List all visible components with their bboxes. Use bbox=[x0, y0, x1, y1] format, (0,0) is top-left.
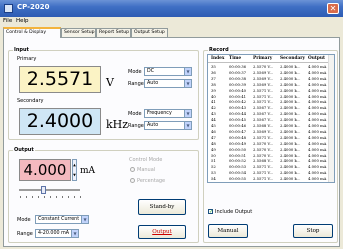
column-header-output[interactable]: Output bbox=[308, 56, 325, 61]
output-group-title: Output bbox=[13, 147, 35, 153]
tab-output-setup[interactable]: Output Setup bbox=[131, 28, 168, 37]
secondary-range-label: Range bbox=[128, 123, 144, 129]
output-range-select[interactable]: 4-20.000 mA ▼ bbox=[35, 229, 79, 238]
primary-unit: V bbox=[106, 76, 114, 89]
column-header-secondary[interactable]: Secondary bbox=[280, 56, 305, 61]
control-mode-title: Control Mode bbox=[129, 157, 163, 163]
standby-button[interactable]: Stand-by bbox=[138, 199, 186, 215]
output-unit: mA bbox=[80, 166, 96, 176]
menu-bar: File Help bbox=[0, 17, 343, 26]
secondary-unit: kHz bbox=[106, 118, 129, 131]
output-slider-track[interactable] bbox=[19, 189, 80, 191]
output-range-value: 4-20.000 mA bbox=[38, 231, 70, 236]
column-header-time[interactable]: Time bbox=[229, 56, 241, 61]
tab-panel: Input Primary 2.5571 V Mode DC ▼ Range A… bbox=[3, 37, 340, 247]
spin-up-icon[interactable]: ▲ bbox=[73, 160, 76, 170]
output-mode-value: Constant Current bbox=[38, 217, 80, 222]
tab-sensor-setup[interactable]: Sensor Setup bbox=[61, 28, 96, 37]
chevron-down-icon[interactable]: ▼ bbox=[184, 110, 191, 117]
radio-manual-label: Manual bbox=[137, 167, 156, 173]
output-button[interactable]: Output bbox=[138, 225, 186, 239]
output-spin-button[interactable]: ▲ ▼ bbox=[72, 159, 77, 181]
slider-tick bbox=[26, 196, 27, 198]
slider-tick bbox=[50, 196, 51, 198]
chevron-down-icon[interactable]: ▼ bbox=[81, 216, 88, 223]
radio-manual[interactable] bbox=[130, 167, 135, 172]
include-output-checkbox[interactable]: ✓ bbox=[208, 209, 214, 215]
radio-percentage[interactable] bbox=[130, 178, 135, 183]
cell-time: 00:00:55 bbox=[229, 176, 247, 182]
menu-help[interactable]: Help bbox=[16, 18, 29, 24]
input-group-title: Input bbox=[13, 47, 30, 53]
table-row[interactable]: 54 00:00:55 2.5571 V... 2.4000 k... 4.000 mA bbox=[208, 176, 329, 182]
tab-report-setup[interactable]: Report Setup bbox=[96, 28, 131, 37]
primary-display: 2.5571 bbox=[19, 66, 101, 93]
primary-mode-label: Mode bbox=[128, 69, 142, 75]
manual-button[interactable]: Manual bbox=[208, 224, 248, 238]
secondary-mode-label: Mode bbox=[128, 111, 142, 117]
primary-mode-select[interactable]: DC ▼ bbox=[144, 67, 192, 76]
slider-tick bbox=[56, 196, 57, 198]
output-mode-label: Mode bbox=[17, 217, 31, 223]
slider-tick bbox=[62, 196, 63, 198]
slider-tick bbox=[32, 196, 33, 198]
cell-primary: 2.5571 V... bbox=[253, 176, 274, 182]
tab-control-display[interactable]: Control & Display bbox=[3, 27, 61, 38]
primary-mode-value: DC bbox=[147, 69, 155, 74]
slider-tick bbox=[20, 196, 21, 198]
slider-tick bbox=[68, 196, 69, 198]
primary-range-value: Auto bbox=[147, 81, 159, 86]
secondary-mode-select[interactable]: Frequency ▼ bbox=[144, 109, 192, 118]
secondary-range-value: Auto bbox=[147, 123, 159, 128]
slider-tick bbox=[80, 196, 81, 198]
record-table-scrollbar[interactable] bbox=[328, 55, 334, 182]
cell-secondary: 2.4000 k... bbox=[280, 176, 301, 182]
chevron-down-icon[interactable]: ▼ bbox=[184, 80, 191, 87]
cell-index: 54 bbox=[211, 176, 216, 182]
primary-label: Primary bbox=[17, 56, 37, 62]
primary-range-label: Range bbox=[128, 81, 144, 87]
slider-tick bbox=[38, 196, 39, 198]
primary-range-select[interactable]: Auto ▼ bbox=[144, 79, 192, 88]
stop-button[interactable]: Stop bbox=[293, 224, 333, 238]
title-bar[interactable]: CP-2020 ✕ bbox=[0, 0, 343, 17]
secondary-mode-value: Frequency bbox=[147, 111, 172, 116]
secondary-display: 2.4000 bbox=[19, 108, 101, 135]
output-slider-thumb[interactable] bbox=[41, 186, 47, 194]
column-header-primary[interactable]: Primary bbox=[253, 56, 272, 61]
output-group: Output 4.000 ▲ ▼ mA Control Mode Manual … bbox=[8, 147, 199, 243]
menu-file[interactable]: File bbox=[3, 18, 12, 24]
cell-output: 4.000 mA bbox=[308, 176, 327, 182]
checkmark-icon: ✓ bbox=[209, 209, 214, 215]
include-output-label: Include Output bbox=[215, 209, 253, 215]
slider-tick bbox=[74, 196, 75, 198]
output-range-label: Range bbox=[17, 231, 33, 237]
record-group-title: Record bbox=[208, 47, 230, 53]
radio-percentage-label: Percentage bbox=[137, 178, 166, 184]
close-icon[interactable]: ✕ bbox=[327, 3, 339, 14]
record-table-header: Index Time Primary Secondary Output bbox=[208, 55, 329, 63]
input-group: Input Primary 2.5571 V Mode DC ▼ Range A… bbox=[8, 47, 199, 140]
output-display: 4.000 bbox=[19, 159, 71, 181]
chevron-down-icon[interactable]: ▼ bbox=[184, 68, 191, 75]
chevron-down-icon[interactable]: ▼ bbox=[184, 122, 191, 129]
record-table: Index Time Primary Secondary Output 35 00… bbox=[207, 54, 335, 183]
chevron-down-icon[interactable]: ▼ bbox=[71, 230, 78, 237]
secondary-label: Secondary bbox=[17, 98, 44, 104]
slider-tick bbox=[44, 196, 45, 198]
secondary-range-select[interactable]: Auto ▼ bbox=[144, 121, 192, 130]
application-window: CP-2020 ✕ File Help Control & Display Se… bbox=[0, 0, 343, 249]
app-icon bbox=[4, 4, 13, 13]
window-title: CP-2020 bbox=[17, 3, 50, 11]
column-header-index[interactable]: Index bbox=[211, 56, 224, 61]
output-mode-select[interactable]: Constant Current ▼ bbox=[35, 215, 89, 224]
spin-down-icon[interactable]: ▼ bbox=[73, 170, 76, 180]
